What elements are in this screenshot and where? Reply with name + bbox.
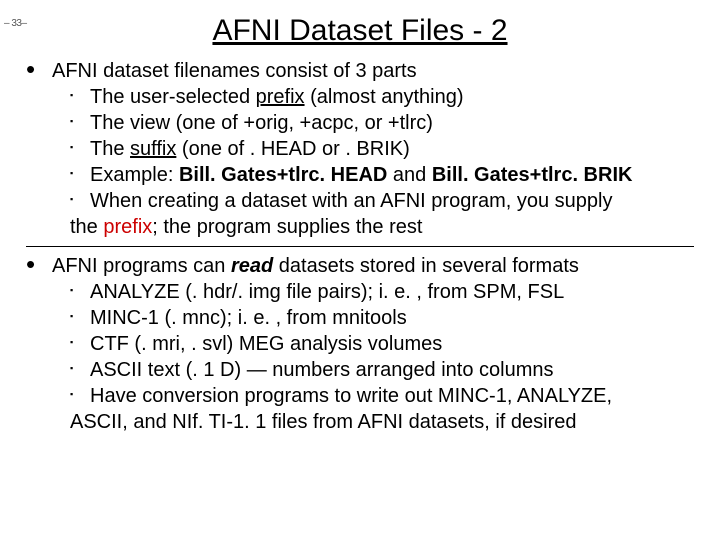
bullet-2-sublist: ANALYZE (. hdr/. img file pairs); i. e. … [52, 279, 694, 435]
sub-1-2: The view (one of +orig, +acpc, or +tlrc) [70, 110, 694, 136]
term-suffix: suffix [130, 138, 176, 160]
sub-2-2: MINC-1 (. mnc); i. e. , from mnitools [70, 305, 694, 331]
slide-title: AFNI Dataset Files - 2 [0, 14, 720, 48]
sub-1-1: The user-selected prefix (almost anythin… [70, 84, 694, 110]
slide-body: AFNI dataset filenames consist of 3 part… [0, 58, 720, 435]
bullet-1-lead: AFNI dataset filenames consist of 3 part… [52, 60, 417, 82]
sub-2-5: Have conversion programs to write out MI… [70, 383, 694, 435]
bullet-1-sublist: The user-selected prefix (almost anythin… [52, 84, 694, 240]
bullet-1: AFNI dataset filenames consist of 3 part… [26, 58, 694, 240]
sub-1-4: Example: Bill. Gates+tlrc. HEAD and Bill… [70, 162, 694, 188]
sub-2-4: ASCII text (. 1 D) — numbers arranged in… [70, 357, 694, 383]
term-prefix: prefix [256, 86, 305, 108]
term-prefix-red: prefix [103, 216, 152, 238]
sub-1-3: The suffix (one of . HEAD or . BRIK) [70, 136, 694, 162]
bullet-2-lead: AFNI programs can read datasets stored i… [52, 255, 579, 277]
bullet-2: AFNI programs can read datasets stored i… [26, 253, 694, 435]
sub-1-5: When creating a dataset with an AFNI pro… [70, 188, 694, 240]
sub-2-1: ANALYZE (. hdr/. img file pairs); i. e. … [70, 279, 694, 305]
page-number: – 33– [4, 18, 27, 29]
separator [26, 246, 694, 247]
sub-2-3: CTF (. mri, . svl) MEG analysis volumes [70, 331, 694, 357]
